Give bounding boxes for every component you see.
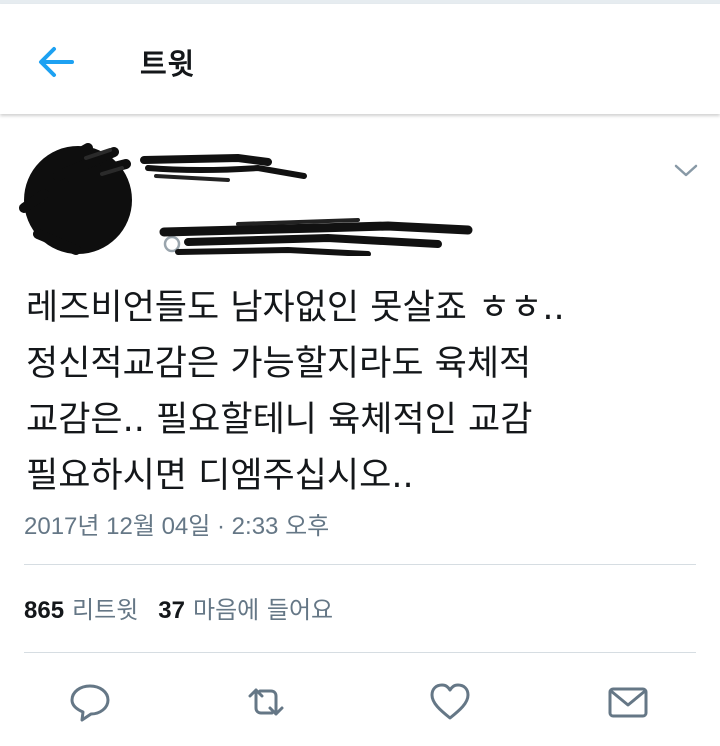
redaction-scribble xyxy=(140,153,473,257)
direct-message-button[interactable] xyxy=(604,678,652,726)
redacted-user-name[interactable] xyxy=(138,146,478,257)
tweet-text-line: 교감은.. 필요할테니 육체적인 교감 xyxy=(26,400,533,440)
like-count[interactable]: 37 xyxy=(158,597,185,624)
redacted-avatar-scribble xyxy=(19,143,132,255)
tweet-timestamp: 2017년 12월 04일 · 2:33 오후 xyxy=(24,513,330,540)
tweet-text-line: 정신적교감은 가능할지라도 육체적 xyxy=(26,344,532,384)
retweet-icon xyxy=(248,688,284,716)
retweet-button[interactable] xyxy=(242,678,290,726)
retweet-label[interactable]: 리트윗 xyxy=(72,596,138,624)
heart-icon xyxy=(430,683,470,720)
avatar[interactable] xyxy=(18,138,138,258)
page-title: 트윗 xyxy=(140,47,196,81)
back-button[interactable] xyxy=(34,42,78,82)
tweet-text: 레즈비언들도 남자없인 못살죠 ㅎㅎ.. 정신적교감은 가능할지라도 육체적 교… xyxy=(26,280,696,504)
back-arrow-icon xyxy=(39,47,74,77)
tweet-detail: 레즈비언들도 남자없인 못살죠 ㅎㅎ.. 정신적교감은 가능할지라도 육체적 교… xyxy=(0,118,720,746)
tweet-text-line: 레즈비언들도 남자없인 못살죠 ㅎㅎ.. xyxy=(26,288,565,328)
chevron-down-icon xyxy=(674,164,698,177)
like-button[interactable] xyxy=(426,678,474,726)
retweet-count[interactable]: 865 xyxy=(24,597,64,624)
tweet-options-button[interactable] xyxy=(670,158,702,182)
like-label[interactable]: 마음에 들어요 xyxy=(193,596,333,624)
divider xyxy=(24,564,696,565)
reply-button[interactable] xyxy=(66,678,114,726)
envelope-icon xyxy=(608,687,648,718)
tweet-text-line: 필요하시면 디엠주십시오.. xyxy=(26,456,414,496)
divider xyxy=(24,652,696,653)
reply-icon xyxy=(70,684,110,722)
tweet-stats: 865 리트윗 37 마음에 들어요 xyxy=(24,590,353,625)
top-app-bar: 트윗 xyxy=(0,4,720,114)
